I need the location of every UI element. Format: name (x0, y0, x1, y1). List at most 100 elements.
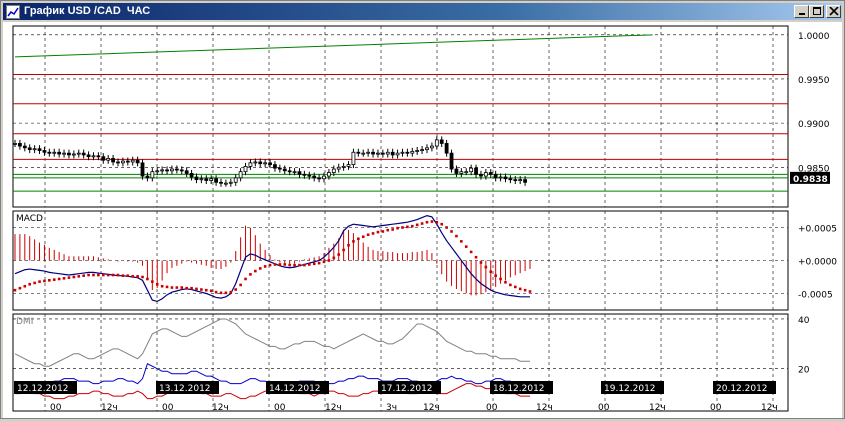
price-bar-body (71, 153, 76, 156)
macd-signal-dot (52, 278, 56, 281)
macd-axis-tick: +0.0005 (798, 225, 837, 235)
macd-signal-dot (361, 235, 365, 239)
price-bar-body (385, 151, 390, 155)
price-bar-body (18, 143, 22, 147)
price-bar-body (297, 171, 302, 175)
macd-signal-dot (518, 287, 522, 291)
price-bar-body (287, 170, 292, 173)
price-bar-body (371, 151, 375, 155)
macd-signal-dot (92, 273, 95, 277)
price-bar-body (150, 171, 155, 179)
macd-signal-dot (499, 277, 502, 281)
minimize-button[interactable] (794, 5, 809, 18)
price-bar-body (312, 175, 317, 179)
price-bar-body (248, 162, 253, 167)
macd-signal-dot (322, 260, 326, 264)
title-bar[interactable]: График USD /CAD ЧАС (3, 3, 842, 20)
macd-signal-dot (347, 244, 350, 247)
hour-label: 12ч (325, 403, 342, 413)
price-bar-body (302, 173, 307, 176)
macd-signal-dot (200, 288, 203, 291)
hour-label: 00 (486, 403, 498, 413)
macd-signal-dot (357, 237, 360, 241)
price-bar-body (503, 176, 508, 180)
macd-signal-dot (126, 274, 130, 277)
macd-signal-dot (474, 255, 478, 259)
chart-area[interactable]: 1.0000 0.9950 0.9900 0.9850 0.9838 MACD +0.000… (3, 22, 842, 418)
price-bar-body (258, 161, 263, 165)
price-bar-body (52, 151, 57, 154)
hour-label: 12ч (761, 403, 778, 413)
macd-signal-dot (28, 282, 32, 286)
price-bar-body (469, 167, 474, 173)
price-bar-body (57, 151, 62, 155)
price-bar-body (513, 179, 518, 182)
hour-label: 00 (598, 403, 610, 413)
macd-signal-dot (469, 250, 473, 254)
macd-signal-dot (494, 274, 497, 277)
macd-signal-dot (283, 263, 287, 266)
macd-signal-dot (249, 273, 252, 276)
price-bar-body (81, 152, 86, 156)
macd-signal-dot (440, 222, 444, 226)
macd-axis-tick: -0.0005 (798, 291, 833, 301)
price-bar-body (165, 169, 169, 172)
macd-signal-dot (332, 256, 336, 260)
macd-signal-dot (366, 233, 370, 237)
price-bar-body (523, 179, 527, 183)
macd-signal-dot (337, 253, 341, 256)
price-bar-body (243, 165, 248, 173)
price-bar-body (322, 175, 326, 180)
price-bar-body (390, 151, 395, 156)
close-icon (829, 7, 839, 16)
macd-signal-dot (214, 290, 218, 294)
price-bar-body (459, 171, 464, 174)
price-bar-body (86, 154, 91, 158)
price-bar-body (376, 152, 380, 155)
macd-signal-dot (504, 280, 507, 284)
price-bar-body (400, 151, 405, 154)
macd-signal-dot (460, 240, 463, 243)
macd-signal-dot (23, 284, 27, 288)
macd-signal-dot (258, 267, 262, 270)
price-bar-body (130, 159, 135, 163)
macd-signal-dot (101, 273, 105, 277)
macd-signal-dot (43, 279, 46, 283)
price-bar-body (22, 145, 27, 149)
macd-signal-dot (48, 279, 51, 282)
price-bar-body (121, 160, 125, 164)
price-bar-body (474, 167, 478, 175)
price-bar-body (233, 177, 238, 183)
price-bar-body (189, 173, 194, 178)
price-bar-body (479, 173, 483, 177)
window-title: График USD /CAD ЧАС (24, 5, 151, 17)
price-bar-body (224, 182, 228, 185)
price-bar-body (135, 159, 140, 164)
macd-signal-dot (445, 226, 448, 229)
price-bar-body (351, 151, 356, 166)
maximize-button[interactable] (809, 5, 824, 18)
macd-signal-dot (234, 288, 238, 291)
price-bar-body (263, 162, 268, 165)
macd-signal-dot (72, 275, 76, 279)
hour-label: 12ч (536, 403, 553, 413)
chart-canvas[interactable]: 1.00000.99500.99000.98500.9838MACD+0.000… (3, 22, 842, 418)
price-bar-body (174, 168, 179, 171)
macd-signal-dot (155, 282, 159, 286)
macd-signal-dot (97, 273, 100, 277)
macd-signal-dot (312, 262, 316, 266)
price-bar-body (410, 150, 415, 154)
price-bar-body (67, 152, 71, 156)
price-bar-body (42, 150, 47, 153)
macd-signal-dot (82, 274, 85, 277)
macd-signal-dot (455, 234, 458, 238)
macd-signal-dot (278, 263, 282, 266)
macd-signal-dot (170, 286, 174, 289)
macd-signal-dot (317, 261, 321, 265)
macd-signal-dot (450, 230, 453, 233)
close-button[interactable] (826, 5, 841, 18)
price-bar-body (155, 170, 160, 173)
macd-signal-dot (410, 224, 414, 228)
price-bar-body (116, 161, 120, 164)
price-bar-body (101, 156, 106, 161)
